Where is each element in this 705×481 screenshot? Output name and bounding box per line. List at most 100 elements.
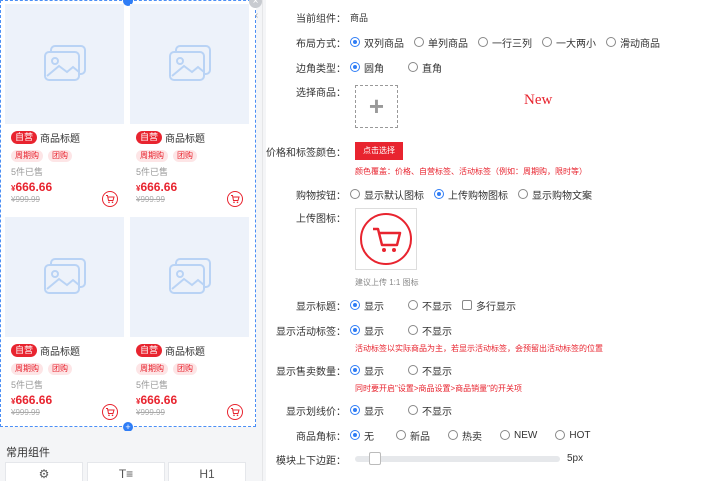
add-goods-button[interactable]: + bbox=[355, 85, 398, 128]
product-title: 商品标题 bbox=[165, 346, 206, 358]
multiline-checkbox[interactable]: 多行显示 bbox=[462, 298, 516, 313]
color-label: 价格和标签颜色： bbox=[266, 147, 346, 159]
layout-label: 布局方式： bbox=[296, 38, 346, 50]
badge-label: 商品角标： bbox=[296, 431, 346, 443]
product-title: 商品标题 bbox=[165, 133, 206, 145]
component-tile-settings[interactable]: ⚙ bbox=[5, 462, 83, 481]
sales-label: 显示售卖数量： bbox=[276, 366, 346, 378]
upload-icon-box[interactable] bbox=[355, 208, 417, 270]
corner-option-round[interactable]: 圆角 bbox=[350, 60, 384, 75]
show-title-label: 显示标题： bbox=[296, 301, 346, 313]
cart-icon[interactable] bbox=[102, 191, 118, 207]
cart-option-upload[interactable]: 上传购物图标 bbox=[434, 187, 508, 202]
product-card[interactable]: 自营 商品标题 周期购 团购 5件已售 ¥666.66 ¥999.99 bbox=[130, 4, 249, 211]
heading-icon: H1 bbox=[199, 467, 215, 481]
image-placeholder-icon bbox=[43, 258, 86, 294]
product-card[interactable]: 自营 商品标题 周期购 团购 5件已售 ¥666.66 ¥999.99 bbox=[5, 4, 124, 211]
activity-label: 显示活动标签： bbox=[276, 326, 346, 338]
product-card[interactable]: 自营 商品标题 周期购 团购 5件已售 ¥666.66 ¥999.99 bbox=[5, 217, 124, 424]
activity-on[interactable]: 显示 bbox=[350, 323, 384, 338]
product-image bbox=[5, 217, 124, 337]
current-component-value: 商品 bbox=[350, 12, 369, 23]
activity-off[interactable]: 不显示 bbox=[408, 323, 452, 338]
promo-tag: 周期购 bbox=[11, 150, 43, 162]
corner-option-square[interactable]: 直角 bbox=[408, 60, 442, 75]
promo-tag: 团购 bbox=[48, 363, 72, 375]
layout-option-slide[interactable]: 滑动商品 bbox=[606, 35, 660, 50]
upload-row: 上传图标： bbox=[266, 208, 350, 226]
self-operated-tag: 自营 bbox=[136, 343, 163, 357]
sales-off[interactable]: 不显示 bbox=[408, 363, 452, 378]
color-picker-button[interactable]: 点击选择 bbox=[355, 142, 403, 160]
component-tile-heading[interactable]: H1 bbox=[168, 462, 246, 481]
strike-off[interactable]: 不显示 bbox=[408, 403, 452, 418]
promo-tag: 团购 bbox=[173, 363, 197, 375]
layout-option-three[interactable]: 一行三列 bbox=[478, 35, 532, 50]
cart-option-default[interactable]: 显示默认图标 bbox=[350, 187, 424, 202]
shopping-cart-icon bbox=[360, 213, 412, 265]
cart-option-text[interactable]: 显示购物文案 bbox=[518, 187, 592, 202]
self-operated-tag: 自营 bbox=[11, 343, 38, 357]
product-title: 商品标题 bbox=[40, 346, 81, 358]
product-image bbox=[5, 4, 124, 124]
margin-slider-handle[interactable] bbox=[369, 452, 381, 465]
self-operated-tag: 自营 bbox=[11, 130, 38, 144]
badge-hot-cn[interactable]: 热卖 bbox=[448, 428, 482, 443]
panel-divider bbox=[262, 0, 263, 481]
margin-row: 模块上下边距： bbox=[266, 450, 350, 468]
current-component-label: 当前组件： bbox=[296, 13, 346, 25]
settings-panel: 当前组件： 商品 布局方式： 双列商品 单列商品 一行三列 一大两小 滑动商品 … bbox=[266, 0, 705, 481]
cart-label: 购物按钮： bbox=[296, 190, 346, 202]
new-annotation: New bbox=[524, 92, 553, 108]
select-goods-label: 选择商品： bbox=[296, 87, 346, 99]
upload-hint: 建议上传 1:1 图标 bbox=[355, 278, 419, 287]
cart-icon[interactable] bbox=[102, 404, 118, 420]
promo-tag: 周期购 bbox=[11, 363, 43, 375]
sold-count: 5件已售 bbox=[11, 167, 44, 177]
image-placeholder-icon bbox=[168, 45, 211, 81]
show-title-row: 显示标题： 显示 不显示 多行显示 bbox=[266, 296, 526, 314]
price: ¥666.66 bbox=[11, 180, 53, 194]
strike-on[interactable]: 显示 bbox=[350, 403, 384, 418]
sold-count: 5件已售 bbox=[11, 380, 44, 390]
components-title: 常用组件 bbox=[6, 447, 50, 459]
layout-option-double[interactable]: 双列商品 bbox=[350, 35, 404, 50]
select-goods-row: 选择商品： bbox=[266, 82, 350, 100]
layout-row: 布局方式： 双列商品 单列商品 一行三列 一大两小 滑动商品 bbox=[266, 33, 670, 51]
cart-icon[interactable] bbox=[227, 404, 243, 420]
strike-label: 显示划线价： bbox=[286, 406, 346, 418]
sales-row: 显示售卖数量： 显示 不显示 bbox=[266, 361, 462, 379]
show-title-off[interactable]: 不显示 bbox=[408, 298, 452, 313]
product-image bbox=[130, 4, 249, 124]
product-card[interactable]: 自营 商品标题 周期购 团购 5件已售 ¥666.66 ¥999.99 bbox=[130, 217, 249, 424]
promo-tag: 团购 bbox=[173, 150, 197, 162]
text-icon: T≡ bbox=[118, 467, 134, 481]
common-components: 常用组件 ⚙ T≡ H1 bbox=[0, 431, 256, 481]
badge-none[interactable]: 无 bbox=[350, 428, 374, 443]
badge-hot[interactable]: HOT bbox=[555, 430, 590, 441]
product-image bbox=[130, 217, 249, 337]
strike-row: 显示划线价： 显示 不显示 bbox=[266, 401, 462, 419]
cart-icon[interactable] bbox=[227, 191, 243, 207]
sales-on[interactable]: 显示 bbox=[350, 363, 384, 378]
badge-new[interactable]: NEW bbox=[500, 430, 537, 441]
close-icon[interactable]: × bbox=[249, 0, 262, 8]
badge-row: 商品角标： 无 新品 热卖 NEW HOT bbox=[266, 426, 600, 444]
price: ¥666.66 bbox=[136, 180, 178, 194]
image-placeholder-icon bbox=[168, 258, 211, 294]
price: ¥666.66 bbox=[11, 393, 53, 407]
promo-tag: 团购 bbox=[48, 150, 72, 162]
badge-new-cn[interactable]: 新品 bbox=[396, 428, 430, 443]
settings-icon: ⚙ bbox=[38, 467, 50, 481]
color-hint: 颜色覆盖：价格、自营标签、活动标签（例如：周期购，限时等） bbox=[355, 167, 587, 176]
margin-slider[interactable] bbox=[355, 456, 560, 462]
layout-option-big-two-small[interactable]: 一大两小 bbox=[542, 35, 596, 50]
component-tile-text[interactable]: T≡ bbox=[87, 462, 165, 481]
show-title-on[interactable]: 显示 bbox=[350, 298, 384, 313]
layout-option-single[interactable]: 单列商品 bbox=[414, 35, 468, 50]
cart-row: 购物按钮： 显示默认图标 上传购物图标 显示购物文案 bbox=[266, 185, 602, 203]
margin-value: 5px bbox=[567, 453, 584, 464]
sales-hint: 同时要开启"设置>商品设置>商品销量"的开关项 bbox=[355, 384, 523, 393]
collapse-icon[interactable]: ‹ bbox=[255, 10, 263, 24]
goods-preview[interactable]: × 自营 商品标题 周期购 团购 5件已售 ¥666.66 ¥999.99 自营 商品… bbox=[0, 0, 262, 432]
